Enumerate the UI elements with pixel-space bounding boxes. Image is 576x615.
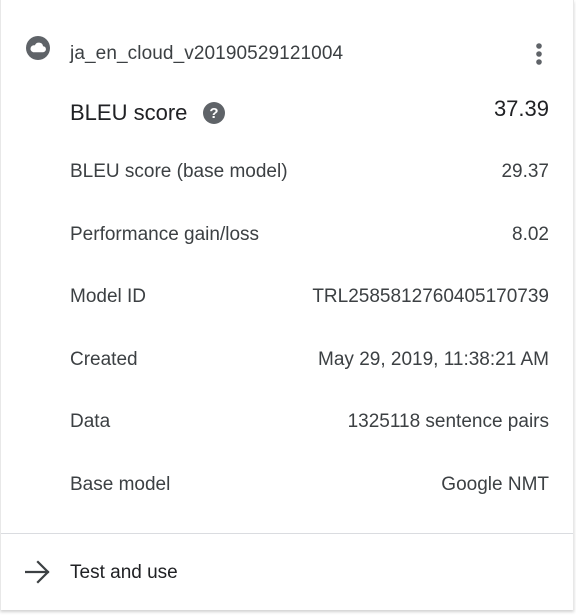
detail-row-created: Created May 29, 2019, 11:38:21 AM	[70, 349, 549, 379]
more-vert-icon	[536, 43, 542, 65]
test-and-use-button[interactable]: Test and use	[1, 534, 573, 610]
detail-label: Data	[70, 411, 111, 432]
detail-label: BLEU score (base model)	[70, 161, 288, 182]
model-name: ja_en_cloud_v20190529121004	[70, 43, 344, 64]
help-icon[interactable]: ?	[202, 101, 226, 125]
bleu-score-label: BLEU score	[70, 100, 188, 125]
detail-label: Model ID	[70, 286, 147, 307]
svg-text:?: ?	[209, 105, 218, 122]
detail-value: 29.37	[501, 161, 549, 182]
detail-value: Google NMT	[441, 474, 549, 495]
detail-label: Base model	[70, 474, 171, 495]
model-card: ja_en_cloud_v20190529121004 BLEU score ?…	[0, 0, 574, 610]
bleu-score-value: 37.39	[493, 96, 549, 121]
detail-row-model-id: Model ID TRL2585812760405170739	[70, 286, 549, 316]
arrow-forward-icon	[24, 559, 51, 585]
detail-row-bleu-base: BLEU score (base model) 29.37	[70, 161, 549, 191]
detail-label: Performance gain/loss	[70, 224, 260, 245]
detail-label: Created	[70, 349, 138, 370]
test-and-use-label: Test and use	[70, 562, 178, 583]
cloud-icon	[25, 35, 51, 61]
card-header: ja_en_cloud_v20190529121004	[1, 0, 573, 80]
detail-row-performance: Performance gain/loss 8.02	[70, 224, 549, 254]
detail-value: 8.02	[512, 224, 549, 245]
bleu-score-row: BLEU score ? 37.39	[70, 92, 549, 132]
detail-row-base-model: Base model Google NMT	[70, 474, 549, 504]
more-options-button[interactable]	[523, 38, 555, 70]
detail-row-data: Data 1325118 sentence pairs	[70, 411, 549, 441]
detail-value: TRL2585812760405170739	[312, 286, 549, 307]
detail-value: 1325118 sentence pairs	[347, 411, 549, 432]
detail-value: May 29, 2019, 11:38:21 AM	[318, 349, 549, 370]
